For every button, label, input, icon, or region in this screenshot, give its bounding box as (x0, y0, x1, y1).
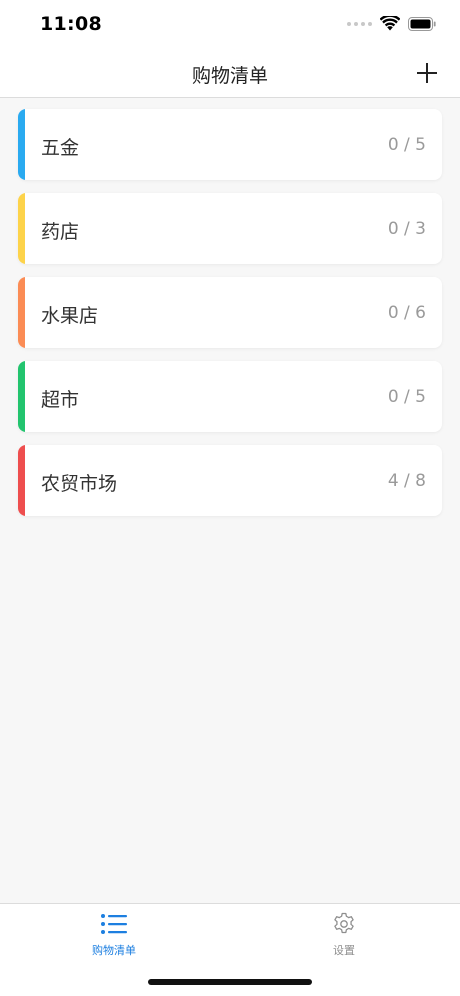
list-color-bar (18, 445, 25, 516)
status-icons (347, 16, 436, 31)
signal-icon (347, 21, 372, 26)
plus-icon (417, 63, 437, 83)
list-name: 药店 (41, 221, 80, 243)
screen: 11:08 购物清单 五金 0 / 5 药店 0 / 3 水果店 0 / 6 超… (0, 0, 460, 996)
list-name: 五金 (41, 137, 80, 159)
status-bar: 11:08 (0, 0, 460, 50)
list-color-bar (18, 193, 25, 264)
list-color-bar (18, 361, 25, 432)
status-time: 11:08 (40, 13, 102, 35)
list-count: 0 / 5 (387, 387, 426, 407)
add-list-button[interactable] (414, 60, 440, 86)
list-color-bar (18, 277, 25, 348)
list-item[interactable]: 药店 0 / 3 (18, 193, 442, 264)
tab-settings[interactable]: 设置 (284, 912, 404, 964)
tab-shopping-lists[interactable]: 购物清单 (54, 912, 174, 964)
battery-icon (408, 16, 436, 31)
list-item[interactable]: 水果店 0 / 6 (18, 277, 442, 348)
wifi-icon (380, 16, 400, 31)
shopping-lists: 五金 0 / 5 药店 0 / 3 水果店 0 / 6 超市 0 / 5 农贸市… (18, 109, 442, 529)
tab-label: 设置 (333, 944, 355, 957)
home-indicator (148, 979, 312, 985)
list-item[interactable]: 五金 0 / 5 (18, 109, 442, 180)
list-item[interactable]: 农贸市场 4 / 8 (18, 445, 442, 516)
list-count: 0 / 3 (387, 219, 426, 239)
nav-bar: 购物清单 (0, 50, 460, 98)
list-name: 水果店 (41, 305, 99, 327)
page-title: 购物清单 (191, 65, 268, 87)
list-count: 0 / 5 (387, 135, 426, 155)
list-item[interactable]: 超市 0 / 5 (18, 361, 442, 432)
gear-icon (334, 912, 354, 934)
list-color-bar (18, 109, 25, 180)
list-count: 0 / 6 (387, 303, 426, 323)
list-icon (101, 914, 127, 934)
list-count: 4 / 8 (387, 471, 426, 491)
list-name: 超市 (41, 389, 80, 411)
tab-label: 购物清单 (92, 944, 136, 957)
list-name: 农贸市场 (41, 473, 118, 495)
